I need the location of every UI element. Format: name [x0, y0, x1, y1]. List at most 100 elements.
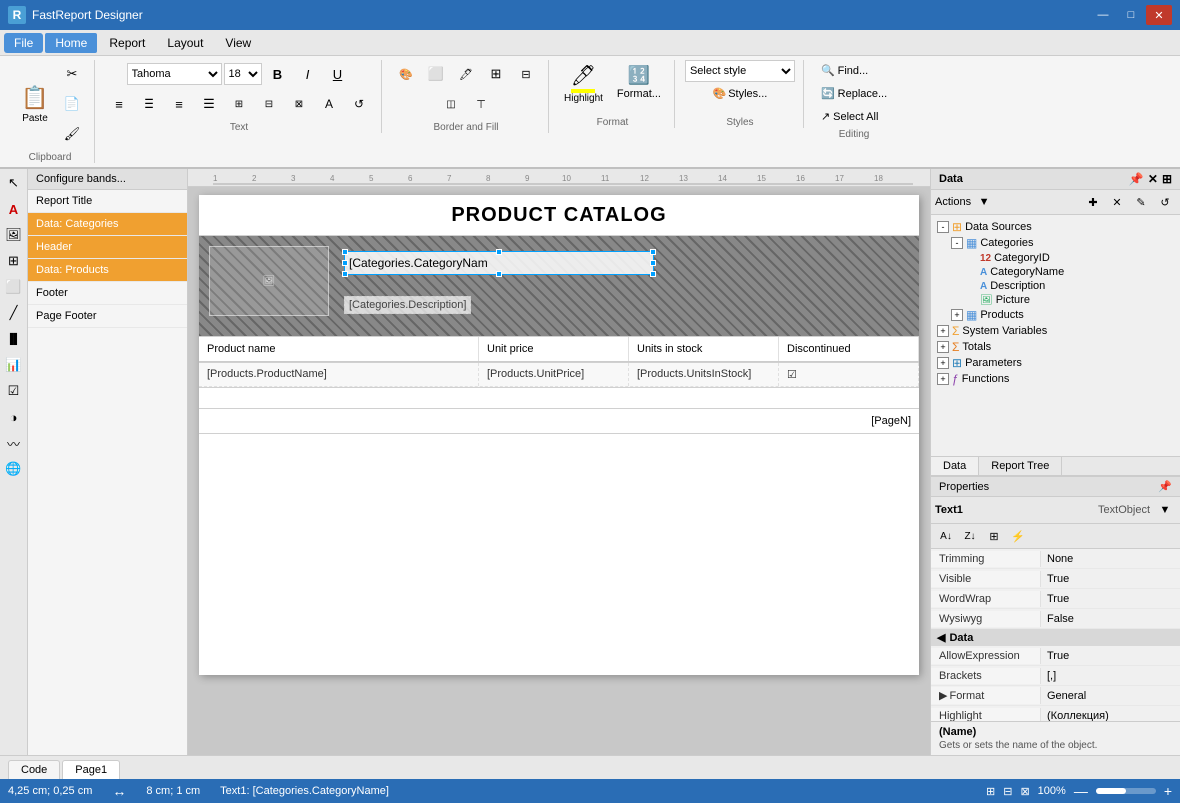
category-picture-object[interactable]: 🖼 — [209, 246, 329, 316]
bold-button[interactable]: B — [264, 60, 292, 88]
tree-parameters[interactable]: + ⊞ Parameters — [935, 355, 1176, 371]
underline-button[interactable]: U — [324, 60, 352, 88]
band-data-products[interactable]: Data: Products — [28, 259, 187, 282]
handle-ml[interactable] — [342, 260, 348, 266]
align-justify-button[interactable]: ☰ — [195, 90, 223, 118]
tree-data-sources[interactable]: - ⊞ Data Sources — [935, 219, 1176, 235]
prop-value-trimming[interactable]: None — [1041, 551, 1180, 567]
handle-bl[interactable] — [342, 271, 348, 277]
checkbox-tool[interactable]: ☑ — [2, 379, 26, 403]
align-left-button[interactable]: ≡ — [105, 90, 133, 118]
pin-icon[interactable]: 📌 — [1129, 172, 1144, 186]
text-col-button[interactable]: ⊟ — [255, 90, 283, 118]
picture-tool[interactable]: 🖼 — [2, 223, 26, 247]
delete-datasource-button[interactable]: ✕ — [1106, 192, 1128, 212]
border-style-button[interactable]: ⬜ — [422, 60, 450, 88]
zoom-slider[interactable] — [1096, 788, 1156, 794]
border-all-button[interactable]: ⊞ — [482, 60, 510, 88]
format-painter-button[interactable]: 🖌 — [58, 120, 86, 148]
map-tool[interactable]: 🌐 — [2, 457, 26, 481]
zoom-in-button[interactable]: + — [1164, 783, 1172, 799]
text-indent-button[interactable]: ⊠ — [285, 90, 313, 118]
close-button[interactable]: ✕ — [1146, 5, 1172, 25]
expand-functions[interactable]: + — [937, 373, 949, 385]
table-tool[interactable]: ⊞ — [2, 249, 26, 273]
handle-bm[interactable] — [496, 271, 502, 277]
prop-value-wordwrap[interactable]: True — [1041, 591, 1180, 607]
canvas-area[interactable]: // Rendered inline via SVG text elements… — [188, 169, 930, 755]
expand-system-vars[interactable]: + — [937, 325, 949, 337]
band-data-categories[interactable]: Data: Categories — [28, 213, 187, 236]
canvas-wrapper[interactable]: PRODUCT CATALOG 🖼 — [188, 187, 930, 683]
prop-value-highlight[interactable]: (Коллекция) — [1041, 708, 1180, 722]
data-products-row[interactable]: [Products.ProductName] [Products.UnitPri… — [199, 363, 919, 387]
fill-color-button[interactable]: 🎨 — [392, 60, 420, 88]
menu-home[interactable]: Home — [45, 33, 97, 53]
close-panel-icon[interactable]: ✕ — [1148, 172, 1158, 186]
tab-code[interactable]: Code — [8, 760, 60, 779]
prop-value-brackets[interactable]: [,] — [1041, 668, 1180, 684]
tab-data[interactable]: Data — [931, 457, 979, 475]
handle-mr[interactable] — [650, 260, 656, 266]
shape-tool[interactable]: ⬜ — [2, 275, 26, 299]
data-band-area[interactable]: 🖼 [Categories.CategoryNam — [199, 236, 919, 336]
expand-categories[interactable]: - — [951, 237, 963, 249]
menu-layout[interactable]: Layout — [157, 33, 213, 53]
tab-report-tree[interactable]: Report Tree — [979, 457, 1062, 475]
menu-report[interactable]: Report — [99, 33, 155, 53]
text-refresh-button[interactable]: ↺ — [345, 90, 373, 118]
category-description-object[interactable]: [Categories.Description] — [344, 296, 471, 314]
gauge-tool[interactable]: ◑ — [2, 405, 26, 429]
category-name-object[interactable]: [Categories.CategoryNam — [344, 251, 654, 275]
style-select[interactable]: Select style — [685, 60, 795, 82]
margin-button[interactable]: ◫ — [437, 90, 465, 118]
section-data[interactable]: ◀ Data — [931, 629, 1180, 646]
chart-tool[interactable]: 📊 — [2, 353, 26, 377]
handle-tm[interactable] — [496, 249, 502, 255]
highlight-button[interactable]: 🖊 Highlight — [559, 60, 608, 107]
border-color-button[interactable]: 🖊 — [452, 60, 480, 88]
sort-za-button[interactable]: Z↓ — [959, 526, 981, 546]
sparkline-tool[interactable]: 〰 — [2, 431, 26, 455]
maximize-button[interactable]: □ — [1118, 5, 1144, 25]
tree-categoryname[interactable]: A CategoryName — [963, 265, 1176, 279]
font-size-select[interactable]: 18 10 12 14 16 20 — [224, 63, 262, 85]
tree-description[interactable]: A Description — [963, 279, 1176, 293]
band-page-footer[interactable]: Page Footer — [28, 305, 187, 328]
prop-value-allowexpr[interactable]: True — [1041, 648, 1180, 664]
refresh-datasource-button[interactable]: ↺ — [1154, 192, 1176, 212]
handle-tl[interactable] — [342, 249, 348, 255]
band-footer[interactable]: Footer — [28, 282, 187, 305]
tree-products[interactable]: + ▦ Products — [949, 307, 1176, 323]
format-button[interactable]: 🔢 Format... — [612, 60, 666, 105]
handle-tr[interactable] — [650, 249, 656, 255]
replace-button[interactable]: 🔄 Replace... — [814, 83, 894, 104]
expand-data-sources[interactable]: - — [937, 221, 949, 233]
tab-page1[interactable]: Page1 — [62, 760, 120, 779]
expand-format-icon[interactable]: ▶ — [939, 689, 947, 702]
select-all-button[interactable]: ↗ Select All — [814, 106, 894, 127]
barcode-tool[interactable]: ▐▌ — [2, 327, 26, 351]
font-select[interactable]: Tahoma Arial Times New Roman — [127, 63, 222, 85]
configure-bands-button[interactable]: Configure bands... — [28, 169, 187, 190]
align-center-button[interactable]: ☰ — [138, 90, 160, 118]
tree-functions[interactable]: + ƒ Functions — [935, 371, 1176, 387]
italic-button[interactable]: I — [294, 60, 322, 88]
pin-props-icon[interactable]: 📌 — [1158, 480, 1172, 493]
shadow-button[interactable]: ⊟ — [512, 60, 540, 88]
tree-totals[interactable]: + Σ Totals — [935, 339, 1176, 355]
prop-value-format[interactable]: General — [1041, 688, 1180, 704]
zoom-out-button[interactable]: — — [1074, 783, 1088, 799]
prop-value-wysiwyg[interactable]: False — [1041, 611, 1180, 627]
menu-view[interactable]: View — [215, 33, 261, 53]
handle-br[interactable] — [650, 271, 656, 277]
report-title-text[interactable]: PRODUCT CATALOG — [451, 204, 666, 227]
menu-file[interactable]: File — [4, 33, 43, 53]
align-right-button[interactable]: ≡ — [165, 90, 193, 118]
sort-az-button[interactable]: A↓ — [935, 526, 957, 546]
props-table-button[interactable]: ⊞ — [983, 526, 1005, 546]
actions-dropdown-button[interactable]: ▼ — [973, 192, 995, 212]
find-button[interactable]: 🔍 Find... — [814, 60, 894, 81]
minimize-button[interactable]: — — [1090, 5, 1116, 25]
align-top-button[interactable]: ⊤ — [467, 90, 495, 118]
